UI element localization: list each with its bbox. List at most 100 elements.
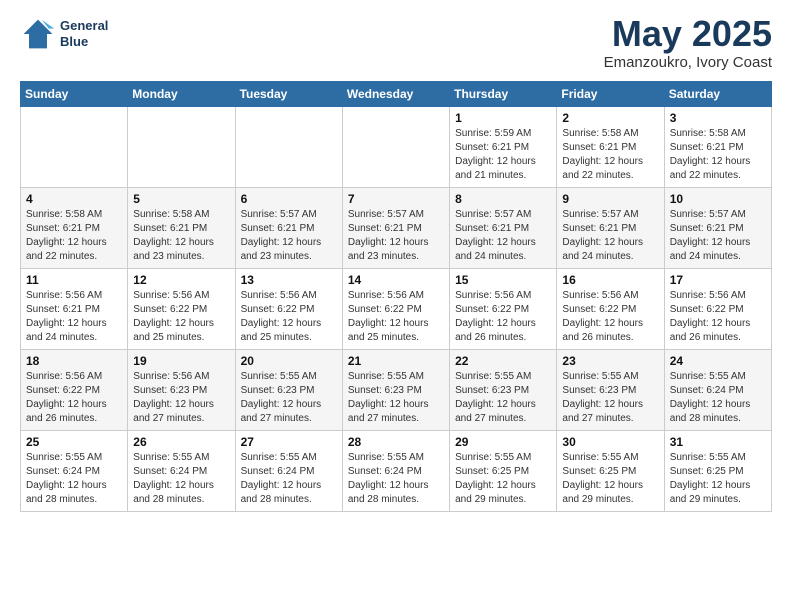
calendar-cell: 15Sunrise: 5:56 AMSunset: 6:22 PMDayligh… xyxy=(450,269,557,350)
calendar-cell: 20Sunrise: 5:55 AMSunset: 6:23 PMDayligh… xyxy=(235,350,342,431)
day-info: Sunrise: 5:58 AMSunset: 6:21 PMDaylight:… xyxy=(562,127,658,183)
day-number: 12 xyxy=(133,273,229,287)
day-info: Sunrise: 5:56 AMSunset: 6:22 PMDaylight:… xyxy=(455,289,551,345)
calendar-cell: 19 Sunrise: 5:56 AMSunset: 6:23 PMDayligh… xyxy=(128,350,235,431)
calendar-table: SundayMondayTuesdayWednesdayThursdayFrid… xyxy=(20,81,772,512)
day-header-row: SundayMondayTuesdayWednesdayThursdayFrid… xyxy=(21,82,772,107)
day-number: 31 xyxy=(670,435,766,449)
day-number: 11 xyxy=(26,273,122,287)
day-info: Sunrise: 5:55 AMSunset: 6:24 PMDaylight:… xyxy=(670,370,766,426)
day-number: 3 xyxy=(670,111,766,125)
header: General Blue May 2025 Emanzoukro, Ivory … xyxy=(20,16,772,71)
calendar-cell: 3 Sunrise: 5:58 AMSunset: 6:21 PMDaylight… xyxy=(664,107,771,188)
calendar-cell: 24 Sunrise: 5:55 AMSunset: 6:24 PMDayligh… xyxy=(664,350,771,431)
day-info: Sunrise: 5:55 AMSunset: 6:25 PMDaylight:… xyxy=(670,451,766,507)
calendar-cell: 29 Sunrise: 5:55 AMSunset: 6:25 PMDayligh… xyxy=(450,431,557,512)
calendar-cell: 7Sunrise: 5:57 AMSunset: 6:21 PMDaylight… xyxy=(342,188,449,269)
calendar-cell: 4Sunrise: 5:58 AMSunset: 6:21 PMDaylight… xyxy=(21,188,128,269)
calendar-week-2: 4 Sunrise: 5:58 AMSunset: 6:21 PMDaylight… xyxy=(21,188,772,269)
col-header-tuesday: Tuesday xyxy=(235,82,342,107)
col-header-wednesday: Wednesday xyxy=(342,82,449,107)
day-number: 1 xyxy=(455,111,551,125)
calendar-cell: 13 Sunrise: 5:56 AMSunset: 6:22 PMDayligh… xyxy=(235,269,342,350)
day-number: 27 xyxy=(241,435,337,449)
day-number: 17 xyxy=(670,273,766,287)
day-info: Sunrise: 5:56 AMSunset: 6:22 PMDaylight:… xyxy=(562,289,658,345)
day-info: Sunrise: 5:56 AMSunset: 6:22 PMDaylight:… xyxy=(133,289,229,345)
calendar-cell xyxy=(235,107,342,188)
calendar-cell: 22Sunrise: 5:55 AMSunset: 6:23 PMDayligh… xyxy=(450,350,557,431)
day-info: Sunrise: 5:58 AMSunset: 6:21 PMDaylight:… xyxy=(670,127,766,183)
day-number: 5 xyxy=(133,192,229,206)
calendar-week-3: 11 Sunrise: 5:56 AMSunset: 6:21 PMDayligh… xyxy=(21,269,772,350)
day-number: 2 xyxy=(562,111,658,125)
day-number: 30 xyxy=(562,435,658,449)
calendar-cell: 31 Sunrise: 5:55 AMSunset: 6:25 PMDayligh… xyxy=(664,431,771,512)
day-number: 7 xyxy=(348,192,444,206)
page: General Blue May 2025 Emanzoukro, Ivory … xyxy=(0,0,792,532)
calendar-cell: 14Sunrise: 5:56 AMSunset: 6:22 PMDayligh… xyxy=(342,269,449,350)
day-number: 10 xyxy=(670,192,766,206)
day-number: 16 xyxy=(562,273,658,287)
calendar-cell: 25 Sunrise: 5:55 AMSunset: 6:24 PMDayligh… xyxy=(21,431,128,512)
month-title: May 2025 xyxy=(604,16,772,52)
calendar-cell: 18Sunrise: 5:56 AMSunset: 6:22 PMDayligh… xyxy=(21,350,128,431)
calendar-cell: 11 Sunrise: 5:56 AMSunset: 6:21 PMDayligh… xyxy=(21,269,128,350)
calendar-week-4: 18Sunrise: 5:56 AMSunset: 6:22 PMDayligh… xyxy=(21,350,772,431)
day-number: 13 xyxy=(241,273,337,287)
calendar-cell: 1Sunrise: 5:59 AMSunset: 6:21 PMDaylight… xyxy=(450,107,557,188)
calendar-cell: 2 Sunrise: 5:58 AMSunset: 6:21 PMDaylight… xyxy=(557,107,664,188)
day-number: 24 xyxy=(670,354,766,368)
calendar-week-5: 25 Sunrise: 5:55 AMSunset: 6:24 PMDayligh… xyxy=(21,431,772,512)
calendar-cell: 17 Sunrise: 5:56 AMSunset: 6:22 PMDayligh… xyxy=(664,269,771,350)
day-number: 25 xyxy=(26,435,122,449)
calendar-cell: 5 Sunrise: 5:58 AMSunset: 6:21 PMDaylight… xyxy=(128,188,235,269)
col-header-saturday: Saturday xyxy=(664,82,771,107)
col-header-friday: Friday xyxy=(557,82,664,107)
calendar-cell: 9 Sunrise: 5:57 AMSunset: 6:21 PMDaylight… xyxy=(557,188,664,269)
calendar-cell xyxy=(128,107,235,188)
calendar-cell: 21 Sunrise: 5:55 AMSunset: 6:23 PMDayligh… xyxy=(342,350,449,431)
day-number: 22 xyxy=(455,354,551,368)
calendar-cell: 12 Sunrise: 5:56 AMSunset: 6:22 PMDayligh… xyxy=(128,269,235,350)
day-info: Sunrise: 5:55 AMSunset: 6:23 PMDaylight:… xyxy=(562,370,658,426)
day-info: Sunrise: 5:56 AMSunset: 6:22 PMDaylight:… xyxy=(241,289,337,345)
day-info: Sunrise: 5:57 AMSunset: 6:21 PMDaylight:… xyxy=(455,208,551,264)
day-number: 29 xyxy=(455,435,551,449)
day-number: 6 xyxy=(241,192,337,206)
day-info: Sunrise: 5:55 AMSunset: 6:24 PMDaylight:… xyxy=(26,451,122,507)
day-number: 14 xyxy=(348,273,444,287)
logo-line1: General xyxy=(60,18,108,34)
day-info: Sunrise: 5:55 AMSunset: 6:25 PMDaylight:… xyxy=(455,451,551,507)
calendar-cell xyxy=(21,107,128,188)
day-info: Sunrise: 5:55 AMSunset: 6:23 PMDaylight:… xyxy=(348,370,444,426)
calendar-cell: 30Sunrise: 5:55 AMSunset: 6:25 PMDayligh… xyxy=(557,431,664,512)
day-number: 19 xyxy=(133,354,229,368)
day-number: 9 xyxy=(562,192,658,206)
calendar-cell: 26 Sunrise: 5:55 AMSunset: 6:24 PMDayligh… xyxy=(128,431,235,512)
day-number: 8 xyxy=(455,192,551,206)
day-number: 26 xyxy=(133,435,229,449)
day-info: Sunrise: 5:57 AMSunset: 6:21 PMDaylight:… xyxy=(241,208,337,264)
day-number: 20 xyxy=(241,354,337,368)
location: Emanzoukro, Ivory Coast xyxy=(604,54,772,71)
day-info: Sunrise: 5:56 AMSunset: 6:22 PMDaylight:… xyxy=(670,289,766,345)
col-header-sunday: Sunday xyxy=(21,82,128,107)
calendar-week-1: 1Sunrise: 5:59 AMSunset: 6:21 PMDaylight… xyxy=(21,107,772,188)
day-info: Sunrise: 5:56 AMSunset: 6:21 PMDaylight:… xyxy=(26,289,122,345)
calendar-cell: 6 Sunrise: 5:57 AMSunset: 6:21 PMDaylight… xyxy=(235,188,342,269)
day-number: 21 xyxy=(348,354,444,368)
day-info: Sunrise: 5:55 AMSunset: 6:24 PMDaylight:… xyxy=(241,451,337,507)
calendar-cell: 28Sunrise: 5:55 AMSunset: 6:24 PMDayligh… xyxy=(342,431,449,512)
calendar-cell: 10 Sunrise: 5:57 AMSunset: 6:21 PMDayligh… xyxy=(664,188,771,269)
day-number: 23 xyxy=(562,354,658,368)
day-info: Sunrise: 5:57 AMSunset: 6:21 PMDaylight:… xyxy=(670,208,766,264)
day-info: Sunrise: 5:56 AMSunset: 6:23 PMDaylight:… xyxy=(133,370,229,426)
day-info: Sunrise: 5:57 AMSunset: 6:21 PMDaylight:… xyxy=(562,208,658,264)
day-info: Sunrise: 5:58 AMSunset: 6:21 PMDaylight:… xyxy=(133,208,229,264)
day-number: 4 xyxy=(26,192,122,206)
calendar-cell: 23 Sunrise: 5:55 AMSunset: 6:23 PMDayligh… xyxy=(557,350,664,431)
col-header-monday: Monday xyxy=(128,82,235,107)
day-info: Sunrise: 5:55 AMSunset: 6:24 PMDaylight:… xyxy=(133,451,229,507)
day-number: 18 xyxy=(26,354,122,368)
